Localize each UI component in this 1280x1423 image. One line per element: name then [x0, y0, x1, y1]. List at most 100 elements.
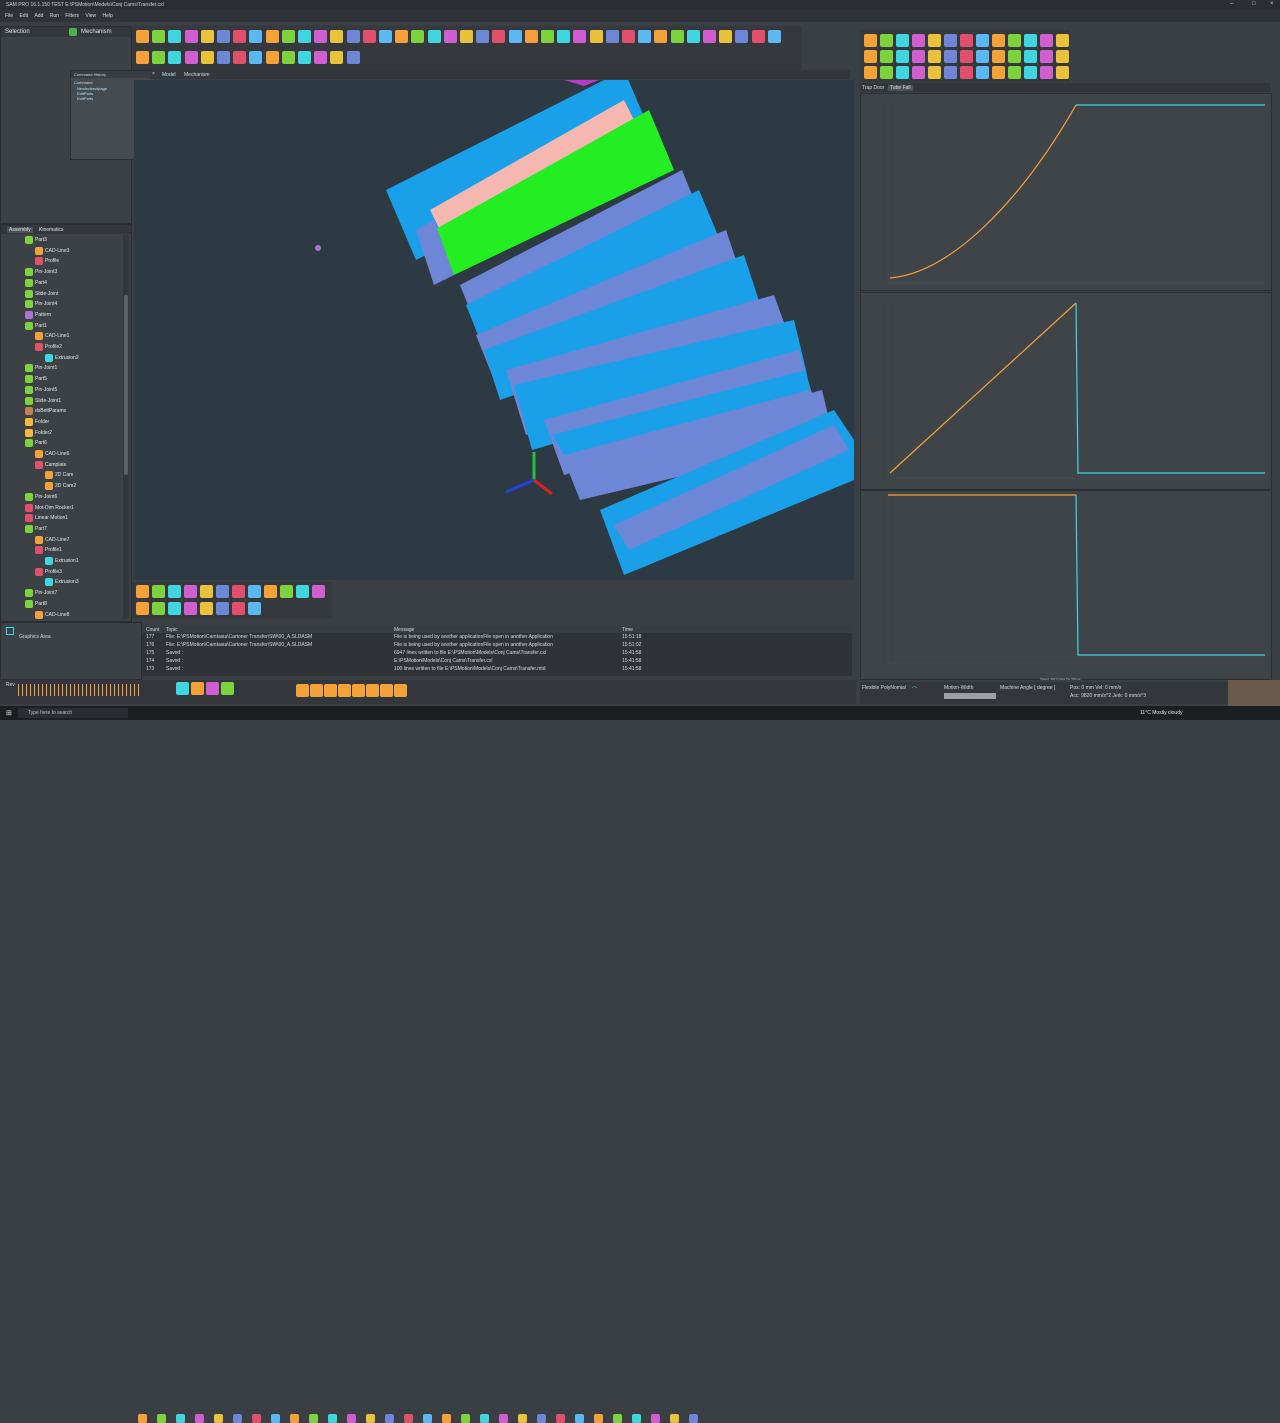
tool-icon[interactable]	[233, 30, 247, 43]
tool-icon[interactable]	[249, 30, 263, 43]
tree-item[interactable]: Profile3	[1, 567, 123, 577]
tree-item[interactable]: Profile	[1, 256, 123, 266]
timeline-ruler[interactable]	[18, 684, 142, 696]
tree-item[interactable]: Part3	[1, 235, 123, 245]
tab-selection[interactable]: Selection	[5, 29, 30, 35]
tool-icon[interactable]	[460, 30, 473, 43]
motion-tool-icon[interactable]	[992, 34, 1005, 47]
taskbar-app-icon[interactable]	[252, 1414, 261, 1423]
taskbar-app-icon[interactable]	[366, 1414, 375, 1423]
motion-tool-icon[interactable]	[944, 50, 957, 63]
view-tool-icon[interactable]	[312, 585, 325, 598]
tool-icon[interactable]	[492, 30, 506, 43]
tool-icon[interactable]	[249, 51, 263, 64]
motion-tool-icon[interactable]	[864, 34, 877, 47]
tab-kinematics[interactable]: Kinematics	[39, 227, 63, 233]
view-tool-icon[interactable]	[216, 602, 229, 615]
tree-item[interactable]: Pin-Joint4	[1, 299, 123, 309]
weather-widget[interactable]: 11°C Mostly cloudy	[1140, 710, 1182, 716]
menu-help[interactable]: Help	[103, 13, 113, 19]
taskbar-app-icon[interactable]	[214, 1414, 223, 1423]
view-tool-icon[interactable]	[136, 585, 149, 598]
tab-mechanism-view[interactable]: Mechanism	[184, 72, 210, 78]
tool-icon[interactable]	[200, 30, 214, 43]
tool-icon[interactable]	[622, 30, 635, 43]
motion-tool-icon[interactable]	[880, 34, 893, 47]
motion-tool-icon[interactable]	[864, 50, 877, 63]
menu-add[interactable]: Add	[34, 13, 43, 19]
column-time[interactable]: Time	[622, 627, 633, 633]
motion-tool-icon[interactable]	[960, 50, 973, 63]
tree-item[interactable]: Folder2	[1, 428, 123, 438]
tool-icon[interactable]	[524, 30, 538, 43]
taskbar-app-icon[interactable]	[537, 1414, 546, 1423]
tree-item[interactable]: Pin-Joint6	[1, 492, 123, 502]
tool-icon[interactable]	[265, 51, 279, 64]
view-tool-icon[interactable]	[168, 602, 181, 615]
tool-icon[interactable]	[605, 30, 619, 43]
motion-tool-icon[interactable]	[960, 34, 973, 47]
tool-icon[interactable]	[184, 51, 198, 64]
tool-icon[interactable]	[136, 30, 149, 43]
view-tool-icon[interactable]	[200, 602, 213, 615]
tool-icon[interactable]	[200, 51, 214, 64]
taskbar-app-icon[interactable]	[613, 1414, 622, 1423]
tree-item[interactable]: 2D Cam2	[1, 481, 123, 491]
column-count[interactable]: Count	[146, 627, 159, 633]
tree-item[interactable]: CAD-Line1	[1, 331, 123, 341]
motion-tool-icon[interactable]	[864, 66, 877, 79]
motion-tool-icon[interactable]	[944, 34, 957, 47]
menu-filters[interactable]: Filters	[65, 13, 79, 19]
tree-item[interactable]: dsBeltParams	[1, 406, 123, 416]
motion-tool-icon[interactable]	[976, 66, 989, 79]
tool-icon[interactable]	[298, 51, 311, 64]
motion-tool-icon[interactable]	[928, 50, 941, 63]
motion-tool-icon[interactable]	[896, 34, 909, 47]
tool-icon[interactable]	[541, 30, 554, 43]
tool-icon[interactable]	[184, 30, 198, 43]
tool-icon[interactable]	[136, 51, 149, 64]
motion-tool-icon[interactable]	[928, 66, 941, 79]
view-tool-icon[interactable]	[216, 585, 229, 598]
taskbar-app-icon[interactable]	[632, 1414, 641, 1423]
view-tool-icon[interactable]	[296, 585, 309, 598]
motion-tool-icon[interactable]	[912, 34, 925, 47]
tool-icon[interactable]	[557, 30, 571, 43]
windows-icon[interactable]: ⊞	[6, 709, 12, 717]
motion-tool-icon[interactable]	[992, 50, 1005, 63]
taskbar-app-icon[interactable]	[176, 1414, 185, 1423]
tree-item[interactable]: Linear Motion1	[1, 513, 123, 523]
taskbar-app-icon[interactable]	[290, 1414, 299, 1423]
tab-assembly[interactable]: Assembly	[7, 227, 33, 233]
tree-scrollbar-thumb[interactable]	[124, 295, 128, 475]
tool-icon[interactable]	[217, 30, 230, 43]
taskbar-app-icon[interactable]	[556, 1414, 565, 1423]
taskbar-app-icon[interactable]	[670, 1414, 679, 1423]
taskbar-app-icon[interactable]	[157, 1414, 166, 1423]
taskbar-app-icon[interactable]	[689, 1414, 698, 1423]
tree-item[interactable]: Profile1	[1, 545, 123, 555]
tool-icon[interactable]	[152, 30, 166, 43]
taskbar-app-icon[interactable]	[385, 1414, 394, 1423]
tree-item[interactable]: Profile2	[1, 342, 123, 352]
tool-icon[interactable]	[314, 51, 328, 64]
taskbar-app-icon[interactable]	[499, 1414, 508, 1423]
view-tool-icon[interactable]	[184, 585, 197, 598]
tool-icon[interactable]	[314, 30, 328, 43]
tool-icon[interactable]	[508, 30, 522, 43]
tree-item[interactable]: Extrusion2	[1, 353, 123, 363]
tool-icon[interactable]	[751, 30, 765, 43]
motion-tool-icon[interactable]	[1056, 50, 1069, 63]
taskbar-app-icon[interactable]	[461, 1414, 470, 1423]
tree-item[interactable]: CAD-Line3	[1, 246, 123, 256]
view-tool-icon[interactable]	[248, 602, 261, 615]
motion-tool-icon[interactable]	[1024, 50, 1037, 63]
tree-item[interactable]: Slide-Joint	[1, 289, 123, 299]
tool-icon[interactable]	[346, 51, 360, 64]
taskbar-app-icon[interactable]	[404, 1414, 413, 1423]
motion-tool-icon[interactable]	[912, 66, 925, 79]
tree-item[interactable]: Pin-Joint5	[1, 385, 123, 395]
tree-item[interactable]: CAD-Line8	[1, 610, 123, 620]
motion-tool-icon[interactable]	[992, 66, 1005, 79]
tool-icon[interactable]	[735, 30, 749, 43]
